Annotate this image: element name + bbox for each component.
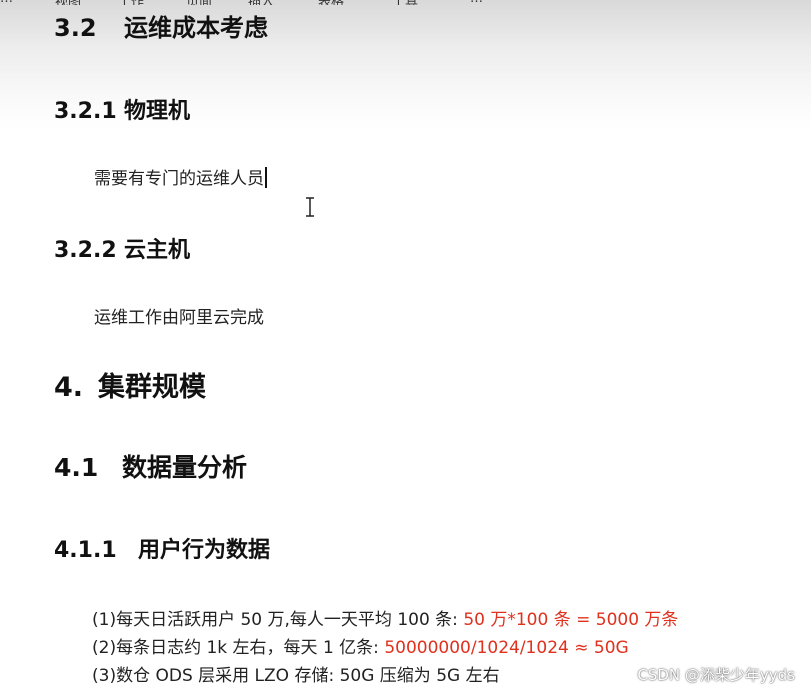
list-item-text: (3)数仓 ODS 层采用 LZO 存储: 50G 压缩为 5G 左右 <box>92 666 500 686</box>
menu-item[interactable]: 工具 <box>392 0 418 5</box>
list-item[interactable]: (2)每条日志约 1k 左右，每天 1 亿条: 50000000/1024/10… <box>92 633 629 658</box>
menu-item[interactable]: … <box>470 0 483 5</box>
paragraph-text: 运维工作由阿里云完成 <box>94 308 264 328</box>
list-item[interactable]: (3)数仓 ODS 层采用 LZO 存储: 50G 压缩为 5G 左右 <box>92 661 500 686</box>
heading-3-2-2: 3.2.2 云主机 <box>54 232 190 264</box>
menu-item[interactable]: 工作 <box>118 0 144 5</box>
text-cursor <box>265 167 267 188</box>
list-item-highlight: 50000000/1024/1024 ≈ 50G <box>384 638 629 658</box>
heading-4-1: 4.1 数据量分析 <box>54 448 247 484</box>
heading-number: 3.2 <box>54 14 97 42</box>
paragraph-text: 需要有专门的运维人员 <box>94 169 264 189</box>
heading-text: 用户行为数据 <box>138 538 271 563</box>
menu-strip: … 视图 工作 页面 插入 表格 工具 … <box>0 0 811 5</box>
heading-number: 4.1.1 <box>54 538 117 563</box>
menu-item[interactable]: 页面 <box>186 0 212 5</box>
heading-text: 集群规模 <box>98 372 206 403</box>
list-item-highlight: 50 万*100 条 = 5000 万条 <box>463 610 679 630</box>
heading-4: 4. 集群规模 <box>54 365 206 404</box>
menu-item[interactable]: 视图 <box>55 0 81 5</box>
heading-text: 物理机 <box>124 99 191 124</box>
list-item-text: (1)每天日活跃用户 50 万,每人一天平均 100 条: <box>92 610 464 630</box>
list-item-text: (2)每条日志约 1k 左右，每天 1 亿条: <box>92 638 385 658</box>
paragraph-cloud[interactable]: 运维工作由阿里云完成 <box>94 303 264 328</box>
heading-3-2-1: 3.2.1 物理机 <box>54 93 190 125</box>
heading-number: 3.2.1 <box>54 99 117 124</box>
heading-text: 运维成本考虑 <box>124 14 268 42</box>
ibeam-cursor-icon <box>306 197 314 217</box>
watermark: CSDN @添柴少年yyds <box>637 666 795 684</box>
menu-item[interactable]: 表格 <box>318 0 344 5</box>
heading-number: 4.1 <box>54 453 99 482</box>
heading-text: 云主机 <box>124 238 191 263</box>
paragraph-physical[interactable]: 需要有专门的运维人员 <box>94 164 267 189</box>
heading-3-2: 3.2 运维成本考虑 <box>54 8 268 43</box>
list-item[interactable]: (1)每天日活跃用户 50 万,每人一天平均 100 条: 50 万*100 条… <box>92 605 678 630</box>
heading-number: 3.2.2 <box>54 238 117 263</box>
heading-4-1-1: 4.1.1 用户行为数据 <box>54 532 270 564</box>
menu-item[interactable]: 插入 <box>248 0 274 5</box>
heading-text: 数据量分析 <box>122 453 248 482</box>
heading-number: 4. <box>54 372 84 403</box>
menu-item[interactable]: … <box>0 0 13 5</box>
